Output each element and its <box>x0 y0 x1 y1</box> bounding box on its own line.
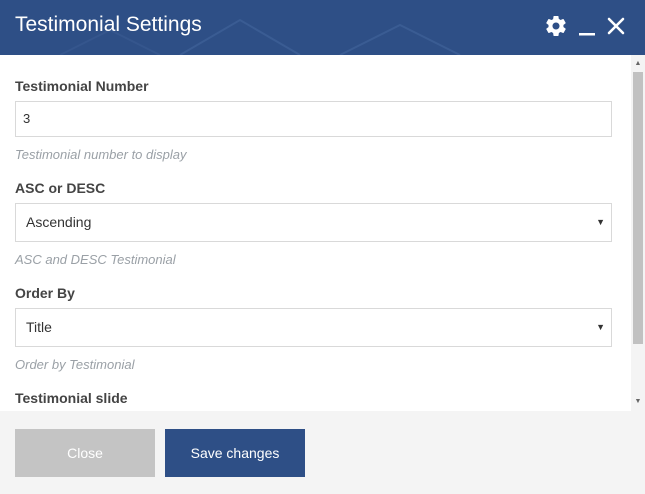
scrollbar-thumb[interactable] <box>633 72 643 344</box>
dialog-header: Testimonial Settings <box>0 0 645 55</box>
order-by-select-value: Title <box>26 319 52 335</box>
dialog-title: Testimonial Settings <box>15 13 202 36</box>
order-select-value: Ascending <box>26 214 92 230</box>
testimonial-number-help: Testimonial number to display <box>15 147 187 162</box>
scroll-down-arrow-icon[interactable]: ▼ <box>631 395 645 409</box>
gear-icon[interactable] <box>544 14 568 38</box>
scroll-up-arrow-icon[interactable]: ▲ <box>631 57 645 71</box>
dropdown-arrow-icon: ▼ <box>596 322 605 332</box>
vertical-scrollbar[interactable]: ▲ ▼ <box>631 55 645 411</box>
minimize-icon[interactable] <box>575 14 599 38</box>
order-by-help: Order by Testimonial <box>15 357 135 372</box>
close-button[interactable]: Close <box>15 429 155 477</box>
dialog-body: Testimonial Number 3 Testimonial number … <box>0 55 645 411</box>
testimonial-number-input[interactable]: 3 <box>15 101 612 137</box>
save-changes-button[interactable]: Save changes <box>165 429 305 477</box>
dialog-footer: Close Save changes <box>0 411 645 494</box>
close-icon[interactable] <box>604 14 628 38</box>
testimonial-number-label: Testimonial Number <box>15 78 149 94</box>
testimonial-slide-label: Testimonial slide <box>15 390 128 406</box>
order-by-label: Order By <box>15 285 75 301</box>
order-help: ASC and DESC Testimonial <box>15 252 176 267</box>
order-by-select[interactable]: Title ▼ <box>15 308 612 347</box>
order-select[interactable]: Ascending ▼ <box>15 203 612 242</box>
dropdown-arrow-icon: ▼ <box>596 217 605 227</box>
order-label: ASC or DESC <box>15 180 106 196</box>
